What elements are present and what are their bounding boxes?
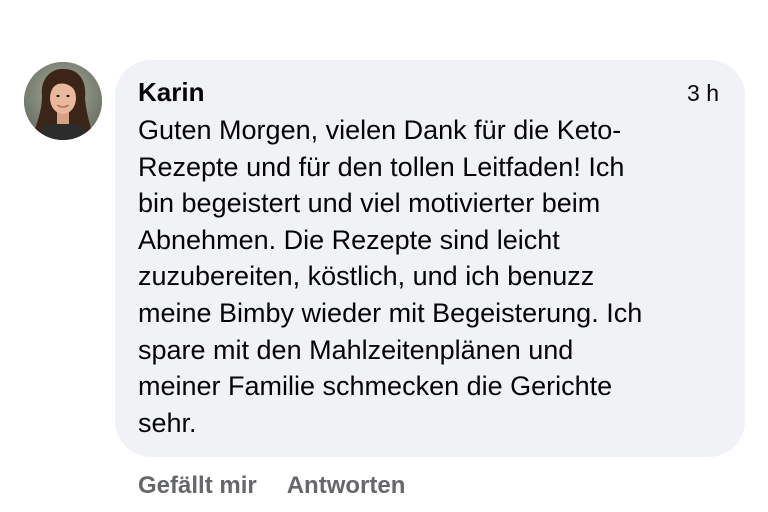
comment-text-line: Rezepte und für den tollen Leitfaden! Ic… (138, 151, 625, 182)
comment-actions: Gefällt mir Antworten (138, 471, 405, 501)
comment-text-line: zuzubereiten, köstlich, und ich benuzz (138, 261, 595, 292)
comment-timestamp[interactable]: 3 h (687, 78, 719, 108)
comment-text-line: sehr. (138, 407, 197, 438)
comment-bubble: Karin 3 h Guten Morgen, vielen Dank für … (115, 60, 745, 457)
comment-text-line: bin begeistert und viel motivierter beim (138, 188, 601, 219)
reply-button[interactable]: Antworten (287, 471, 406, 501)
comment-text-line: Abnehmen. Die Rezepte sind leicht (138, 224, 560, 255)
profile-photo-icon (24, 62, 102, 140)
like-button[interactable]: Gefällt mir (138, 471, 257, 501)
comment-text-line: meiner Familie schmecken die Gerichte (138, 371, 613, 402)
comment-text: Guten Morgen, vielen Dank für die Keto- … (138, 112, 730, 441)
comment-text-line: spare mit den Mahlzeitenplänen und (138, 334, 574, 365)
comment-text-line: Guten Morgen, vielen Dank für die Keto- (138, 115, 622, 145)
comment-text-line: meine Bimby wieder mit Begeisterung. Ich (138, 297, 643, 328)
comment-author[interactable]: Karin (138, 76, 204, 108)
avatar[interactable] (24, 62, 102, 140)
